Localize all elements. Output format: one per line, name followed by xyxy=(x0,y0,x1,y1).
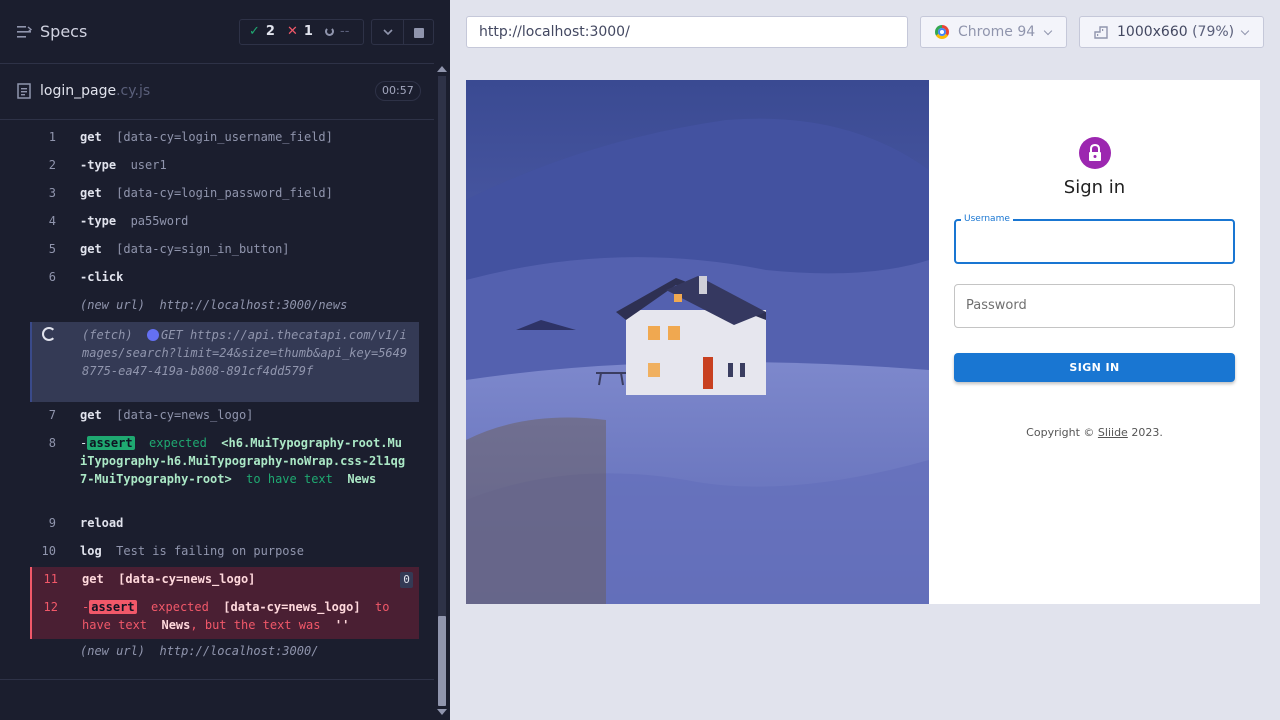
username-label: Username xyxy=(961,214,1013,224)
sign-in-button[interactable]: SIGN IN xyxy=(954,353,1235,382)
new-url-event[interactable]: (new url) http://localhost:3000/ xyxy=(30,642,419,662)
pending-icon xyxy=(325,27,334,36)
scroll-thumb[interactable] xyxy=(438,616,446,706)
specs-header: Specs ✓ 2 ✕ 1 -- xyxy=(0,0,434,64)
browser-selector[interactable]: Chrome 94 xyxy=(920,16,1067,48)
specs-menu-icon[interactable] xyxy=(17,25,33,39)
stop-icon xyxy=(414,28,424,38)
spec-file-row: login_page.cy.js 00:57 xyxy=(0,64,434,120)
passed-stat: ✓ 2 xyxy=(249,24,275,39)
command-log: 1 get [data-cy=login_username_field] 2 -… xyxy=(30,122,419,667)
loading-spinner-icon xyxy=(42,327,56,341)
url-bar[interactable]: http://localhost:3000/ xyxy=(466,16,908,48)
command-row-failed[interactable]: 11 get [data-cy=news_logo] 0 xyxy=(32,570,419,590)
command-row[interactable]: 4 -type pa55word xyxy=(30,212,419,232)
element-count-badge: 0 xyxy=(400,572,413,588)
command-row[interactable]: 7 get [data-cy=news_logo] xyxy=(30,406,419,426)
scroll-up-arrow-icon[interactable] xyxy=(437,66,447,72)
copyright: Copyright © Sliide 2023. xyxy=(1026,426,1163,439)
failed-command-group[interactable]: 11 get [data-cy=news_logo] 0 12 - assert … xyxy=(30,567,419,639)
sign-in-title: Sign in xyxy=(1063,177,1126,198)
avatar xyxy=(1079,137,1111,169)
command-row[interactable]: 10 log Test is failing on purpose xyxy=(30,542,419,562)
command-row[interactable]: 6 -click xyxy=(30,268,419,288)
chrome-icon xyxy=(935,25,949,39)
run-duration: 00:57 xyxy=(375,81,421,101)
fetch-event[interactable]: (fetch) GET https://api.thecatapi.com/v1… xyxy=(30,322,419,402)
viewport-selector[interactable]: 1000x660 (79%) xyxy=(1079,16,1264,48)
chevron-down-icon xyxy=(1240,26,1250,36)
command-row[interactable]: 2 -type user1 xyxy=(30,156,419,176)
chevron-down-icon xyxy=(383,29,393,36)
browser-toolbar: http://localhost:3000/ Chrome 94 1000x66… xyxy=(450,0,1280,64)
check-icon: ✓ xyxy=(249,24,260,39)
password-input[interactable]: Password xyxy=(954,284,1235,328)
assert-fail-row[interactable]: 12 - assert expected [data-cy=news_logo] … xyxy=(32,598,419,638)
copyright-link[interactable]: Sliide xyxy=(1098,426,1128,439)
reporter-footer xyxy=(0,679,434,720)
chevron-down-icon xyxy=(1043,26,1053,36)
app-under-test: Sign in Username Password SIGN IN Copyri… xyxy=(466,80,1260,604)
stop-button[interactable] xyxy=(403,19,434,45)
assert-pass-row[interactable]: 8 - assert expected <h6.MuiTypography-roo… xyxy=(30,434,419,504)
document-icon xyxy=(17,83,31,99)
x-icon: ✕ xyxy=(287,24,298,39)
username-input[interactable] xyxy=(954,219,1235,264)
specs-title[interactable]: Specs xyxy=(40,22,87,41)
sign-in-form: Sign in Username Password SIGN IN Copyri… xyxy=(929,80,1260,604)
options-dropdown-button[interactable] xyxy=(371,19,404,45)
reporter-scrollbar[interactable] xyxy=(434,64,450,720)
fetch-status-dot-icon xyxy=(147,329,160,341)
ruler-icon xyxy=(1094,26,1108,39)
scroll-down-arrow-icon[interactable] xyxy=(437,709,447,715)
test-stats: ✓ 2 ✕ 1 -- xyxy=(239,19,364,45)
pending-stat: -- xyxy=(325,24,349,39)
reporter-panel: Specs ✓ 2 ✕ 1 -- login_page.cy.js 00:57 1 … xyxy=(0,0,450,720)
new-url-event[interactable]: (new url) http://localhost:3000/news xyxy=(30,296,419,316)
snowy-house-image xyxy=(466,80,929,604)
lock-icon xyxy=(1089,144,1101,161)
command-row[interactable]: 5 get [data-cy=sign_in_button] xyxy=(30,240,419,260)
spec-file-name[interactable]: login_page.cy.js xyxy=(40,83,150,99)
command-row[interactable]: 3 get [data-cy=login_password_field] xyxy=(30,184,419,204)
scroll-track[interactable] xyxy=(438,76,446,706)
command-row[interactable]: 1 get [data-cy=login_username_field] xyxy=(30,128,419,148)
failed-stat: ✕ 1 xyxy=(287,24,313,39)
command-row[interactable]: 9 reload xyxy=(30,514,419,534)
